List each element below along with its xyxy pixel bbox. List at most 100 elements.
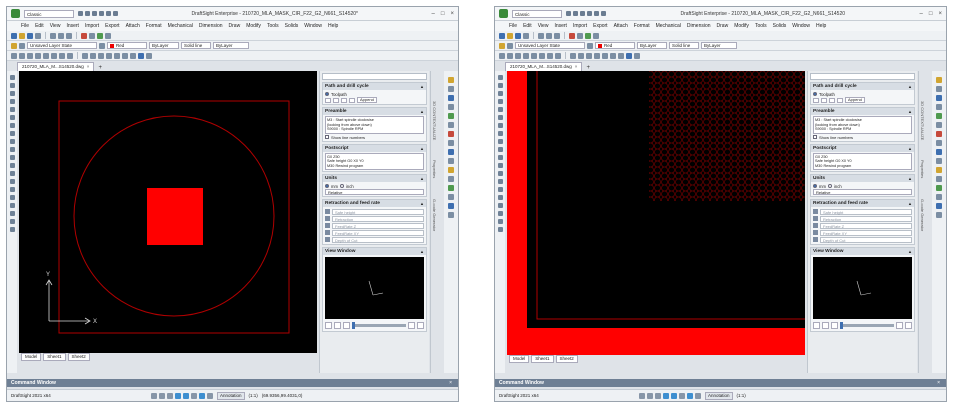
app-logo-icon[interactable] bbox=[499, 9, 508, 18]
menu-format[interactable]: Format bbox=[634, 23, 650, 29]
stop-icon[interactable] bbox=[343, 321, 350, 329]
tool-text-icon[interactable] bbox=[497, 155, 503, 160]
rotate-entity-icon[interactable] bbox=[936, 131, 942, 137]
zoom-icon[interactable] bbox=[593, 32, 599, 39]
tool-rectangle-icon[interactable] bbox=[9, 107, 15, 112]
copy-icon[interactable] bbox=[58, 32, 64, 39]
step-icon[interactable] bbox=[896, 321, 903, 329]
tab-model[interactable]: Model bbox=[509, 355, 530, 363]
section-header[interactable]: View Window ▲ bbox=[323, 248, 426, 255]
menu-dimension[interactable]: Dimension bbox=[199, 23, 223, 29]
new-drawing-icon[interactable] bbox=[499, 32, 505, 39]
workspace-select[interactable]: Classic bbox=[24, 9, 74, 18]
document-tab[interactable]: 210720_MLA_M...S14520.dwg × bbox=[505, 62, 583, 71]
feedrate-z-field[interactable]: FeedRate Z bbox=[820, 222, 912, 229]
annotation-scale-select[interactable]: Annotation bbox=[217, 391, 245, 400]
folder-icon[interactable] bbox=[333, 97, 339, 103]
tool-block-icon[interactable] bbox=[9, 171, 15, 176]
feedrate-xy-field[interactable]: FeedRate XY bbox=[332, 229, 424, 236]
zoom-icon[interactable] bbox=[105, 32, 111, 39]
cut-icon[interactable] bbox=[538, 32, 544, 39]
app-logo-icon[interactable] bbox=[11, 9, 20, 18]
properties-tab[interactable]: Properties bbox=[920, 160, 925, 178]
tool-line-icon[interactable] bbox=[497, 75, 503, 80]
linestyle-select[interactable]: Solid line bbox=[669, 42, 699, 49]
tool-insert-icon[interactable] bbox=[9, 179, 15, 184]
depth-of-cut-field[interactable]: Depth of Cut bbox=[332, 236, 424, 243]
collapse-icon[interactable]: ▲ bbox=[420, 108, 424, 115]
close-command-window-icon[interactable]: × bbox=[937, 379, 940, 387]
collapse-icon[interactable]: ▲ bbox=[420, 83, 424, 90]
line-icon[interactable] bbox=[499, 52, 505, 59]
tool-arc-icon[interactable] bbox=[9, 99, 15, 104]
menu-view[interactable]: View bbox=[538, 23, 549, 29]
section-header[interactable]: Preamble ▲ bbox=[811, 108, 914, 115]
trim-entity-icon[interactable] bbox=[936, 158, 942, 164]
tool-leader-icon[interactable] bbox=[9, 195, 15, 200]
join-icon[interactable] bbox=[448, 185, 454, 191]
refresh-icon[interactable] bbox=[417, 321, 424, 329]
join-icon[interactable] bbox=[936, 185, 942, 191]
close-icon[interactable]: × bbox=[938, 11, 942, 17]
menu-tools[interactable]: Tools bbox=[267, 23, 279, 29]
menu-dimension[interactable]: Dimension bbox=[687, 23, 711, 29]
menu-window[interactable]: Window bbox=[792, 23, 810, 29]
tool-dimension-icon[interactable] bbox=[497, 187, 503, 192]
play-icon[interactable] bbox=[325, 321, 332, 329]
open-folder-icon[interactable] bbox=[19, 32, 25, 39]
minimize-icon[interactable]: – bbox=[432, 11, 435, 17]
section-header[interactable]: Retraction and feed rate ▲ bbox=[811, 200, 914, 207]
menu-draw[interactable]: Draw bbox=[717, 23, 729, 29]
chamfer-icon[interactable] bbox=[448, 194, 454, 200]
esnap-icon[interactable] bbox=[183, 392, 189, 399]
tool-boundary-icon[interactable] bbox=[9, 211, 15, 216]
trim-icon[interactable] bbox=[610, 52, 616, 59]
polygon-icon[interactable] bbox=[51, 52, 57, 59]
menu-modify[interactable]: Modify bbox=[246, 23, 261, 29]
menu-import[interactable]: Import bbox=[573, 23, 587, 29]
section-header[interactable]: Units ▲ bbox=[323, 175, 426, 182]
collapse-icon[interactable]: ▲ bbox=[908, 200, 912, 207]
fillet-icon[interactable] bbox=[936, 203, 942, 209]
move-icon[interactable] bbox=[570, 52, 576, 59]
tool-spline-icon[interactable] bbox=[497, 123, 503, 128]
open-icon[interactable] bbox=[85, 11, 90, 16]
menu-modify[interactable]: Modify bbox=[734, 23, 749, 29]
dynamic-input-icon[interactable] bbox=[207, 392, 213, 399]
erase-icon[interactable] bbox=[936, 77, 942, 83]
print-icon[interactable] bbox=[587, 11, 592, 16]
collapse-icon[interactable]: ▲ bbox=[420, 145, 424, 152]
offset-icon[interactable] bbox=[114, 52, 120, 59]
circle-icon[interactable] bbox=[27, 52, 33, 59]
tool-boundary-icon[interactable] bbox=[497, 211, 503, 216]
stop-icon[interactable] bbox=[831, 321, 838, 329]
polygon-icon[interactable] bbox=[539, 52, 545, 59]
append-button[interactable]: Append bbox=[845, 97, 865, 103]
rectangle-icon[interactable] bbox=[43, 52, 49, 59]
collapse-icon[interactable]: ▲ bbox=[420, 248, 424, 255]
tool-rectangle-icon[interactable] bbox=[497, 107, 503, 112]
color-select[interactable]: Red bbox=[107, 42, 147, 49]
extend-entity-icon[interactable] bbox=[936, 167, 942, 173]
tab-model[interactable]: Model bbox=[21, 353, 42, 361]
ortho-icon[interactable] bbox=[655, 392, 661, 399]
close-tab-icon[interactable]: × bbox=[575, 64, 578, 69]
rotate-icon[interactable] bbox=[578, 52, 584, 59]
tab-sheet2[interactable]: Sheet2 bbox=[555, 355, 578, 363]
command-window-header[interactable]: Command Window × bbox=[7, 379, 458, 387]
open-folder-icon[interactable] bbox=[507, 32, 513, 39]
grid-icon[interactable] bbox=[159, 392, 165, 399]
close-tab-icon[interactable]: × bbox=[87, 64, 90, 69]
trim-icon[interactable] bbox=[122, 52, 128, 59]
properties-icon[interactable] bbox=[626, 52, 632, 59]
tool-region-icon[interactable] bbox=[497, 203, 503, 208]
menu-help[interactable]: Help bbox=[328, 23, 338, 29]
tool-point-icon[interactable] bbox=[497, 139, 503, 144]
snap-icon[interactable] bbox=[639, 392, 645, 399]
tool-table-icon[interactable] bbox=[9, 163, 15, 168]
copy-entity-icon[interactable] bbox=[936, 86, 942, 92]
retraction-field[interactable]: Retraction bbox=[820, 215, 912, 222]
cut-icon[interactable] bbox=[50, 32, 56, 39]
menu-file[interactable]: File bbox=[21, 23, 29, 29]
ortho-icon[interactable] bbox=[167, 392, 173, 399]
